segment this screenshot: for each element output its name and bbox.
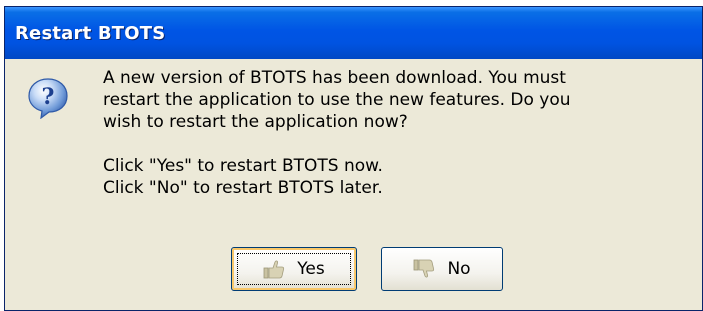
dialog-message: A new version of BTOTS has been download…: [103, 67, 683, 199]
message-line-3: wish to restart the application now?: [103, 112, 408, 132]
message-line-1: A new version of BTOTS has been download…: [103, 68, 566, 88]
yes-button-label: Yes: [297, 259, 325, 279]
no-button[interactable]: No: [381, 247, 503, 291]
svg-text:?: ?: [42, 84, 55, 110]
no-button-label: No: [447, 259, 471, 279]
title-bar[interactable]: Restart BTOTS: [5, 7, 702, 59]
question-icon: ?: [27, 77, 69, 120]
screen: Restart BTOTS ? A new version of BTOTS h…: [0, 0, 703, 311]
message-line-2: restart the application to use the new f…: [103, 90, 571, 110]
thumbs-up-icon: [263, 259, 285, 279]
restart-dialog: Restart BTOTS ? A new version of BTOTS h…: [4, 6, 703, 311]
yes-button[interactable]: Yes: [231, 247, 357, 291]
instruction-line-no: Click "No" to restart BTOTS later.: [103, 178, 383, 198]
thumbs-down-icon: [413, 259, 435, 279]
instruction-line-yes: Click "Yes" to restart BTOTS now.: [103, 156, 383, 176]
dialog-title: Restart BTOTS: [15, 22, 166, 44]
